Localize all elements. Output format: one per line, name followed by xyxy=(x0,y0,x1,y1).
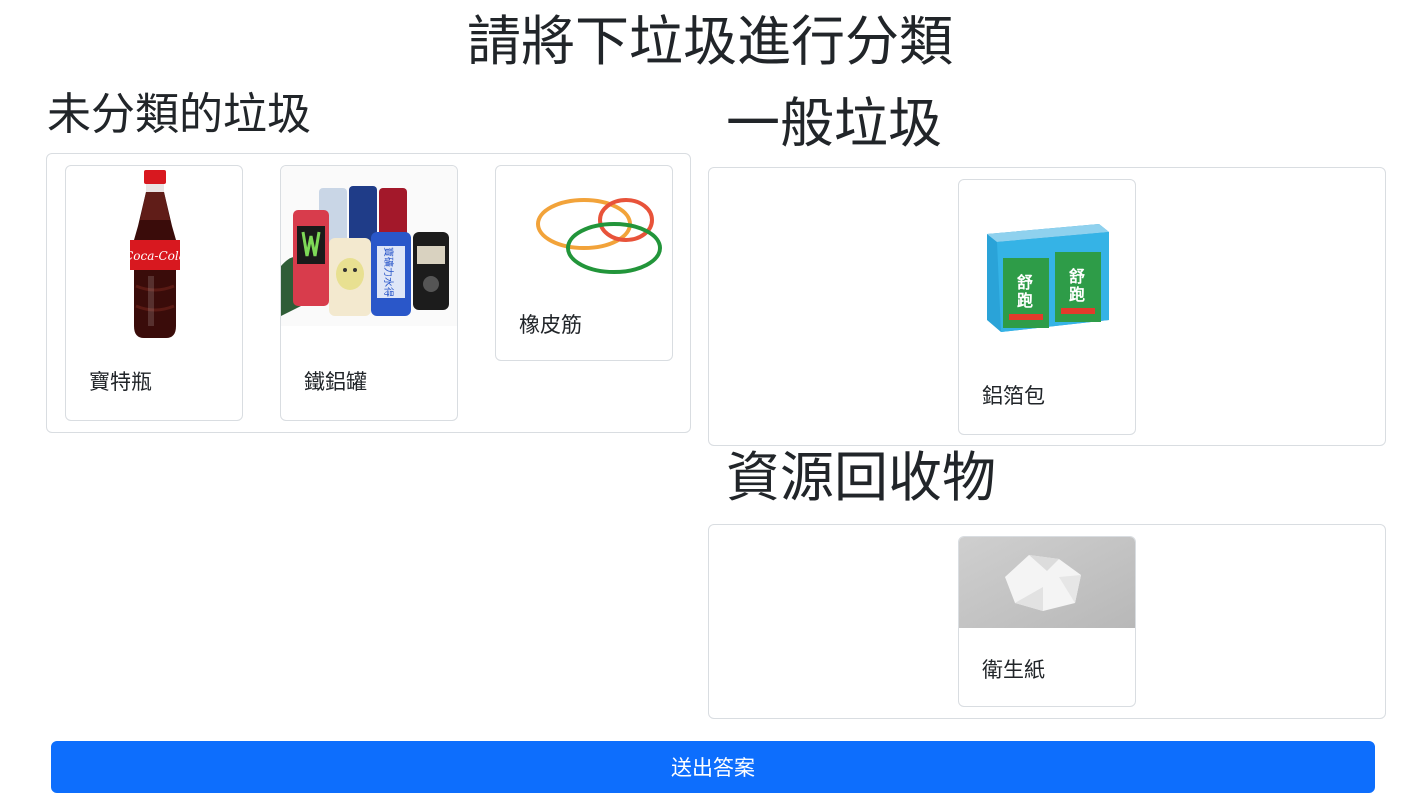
unsorted-dropzone[interactable]: Coca-Cola 寶特瓶 寶礦力水得 鐵鋁罐 橡皮筋 xyxy=(46,153,691,433)
card-cans[interactable]: 寶礦力水得 鐵鋁罐 xyxy=(280,165,458,421)
card-rubber[interactable]: 橡皮筋 xyxy=(495,165,673,361)
svg-text:Coca-Cola: Coca-Cola xyxy=(124,249,186,263)
card-bottle[interactable]: Coca-Cola 寶特瓶 xyxy=(65,165,243,421)
rubber-bands-image xyxy=(496,166,672,290)
card-tissue-label: 衛生紙 xyxy=(982,658,1045,682)
crumpled-tissue-image xyxy=(959,537,1135,628)
recycle-section-title: 資源回收物 xyxy=(726,446,996,509)
svg-text:舒: 舒 xyxy=(1017,273,1033,292)
submit-button[interactable]: 送出答案 xyxy=(51,741,1375,793)
juice-box-pack-image: 舒 跑 舒 跑 xyxy=(959,180,1135,362)
svg-text:跑: 跑 xyxy=(1069,285,1085,304)
card-rubber-label: 橡皮筋 xyxy=(519,313,582,337)
card-tissue[interactable]: 衛生紙 xyxy=(958,536,1136,707)
svg-text:寶礦力水得: 寶礦力水得 xyxy=(382,247,395,297)
recycle-dropzone[interactable]: 衛生紙 xyxy=(708,524,1386,719)
drink-cans-image: 寶礦力水得 xyxy=(281,166,457,326)
general-section-title: 一般垃圾 xyxy=(726,92,942,155)
general-dropzone[interactable]: 舒 跑 舒 跑 鋁箔包 xyxy=(708,167,1386,446)
card-foil[interactable]: 舒 跑 舒 跑 鋁箔包 xyxy=(958,179,1136,435)
svg-text:跑: 跑 xyxy=(1017,291,1033,310)
card-foil-label: 鋁箔包 xyxy=(982,384,1045,408)
unsorted-section-title: 未分類的垃圾 xyxy=(47,89,311,140)
page-title: 請將下垃圾進行分類 xyxy=(467,10,953,73)
cola-bottle-image: Coca-Cola xyxy=(66,166,242,348)
svg-text:舒: 舒 xyxy=(1069,267,1085,286)
card-bottle-label: 寶特瓶 xyxy=(89,370,152,394)
card-cans-label: 鐵鋁罐 xyxy=(304,370,367,394)
